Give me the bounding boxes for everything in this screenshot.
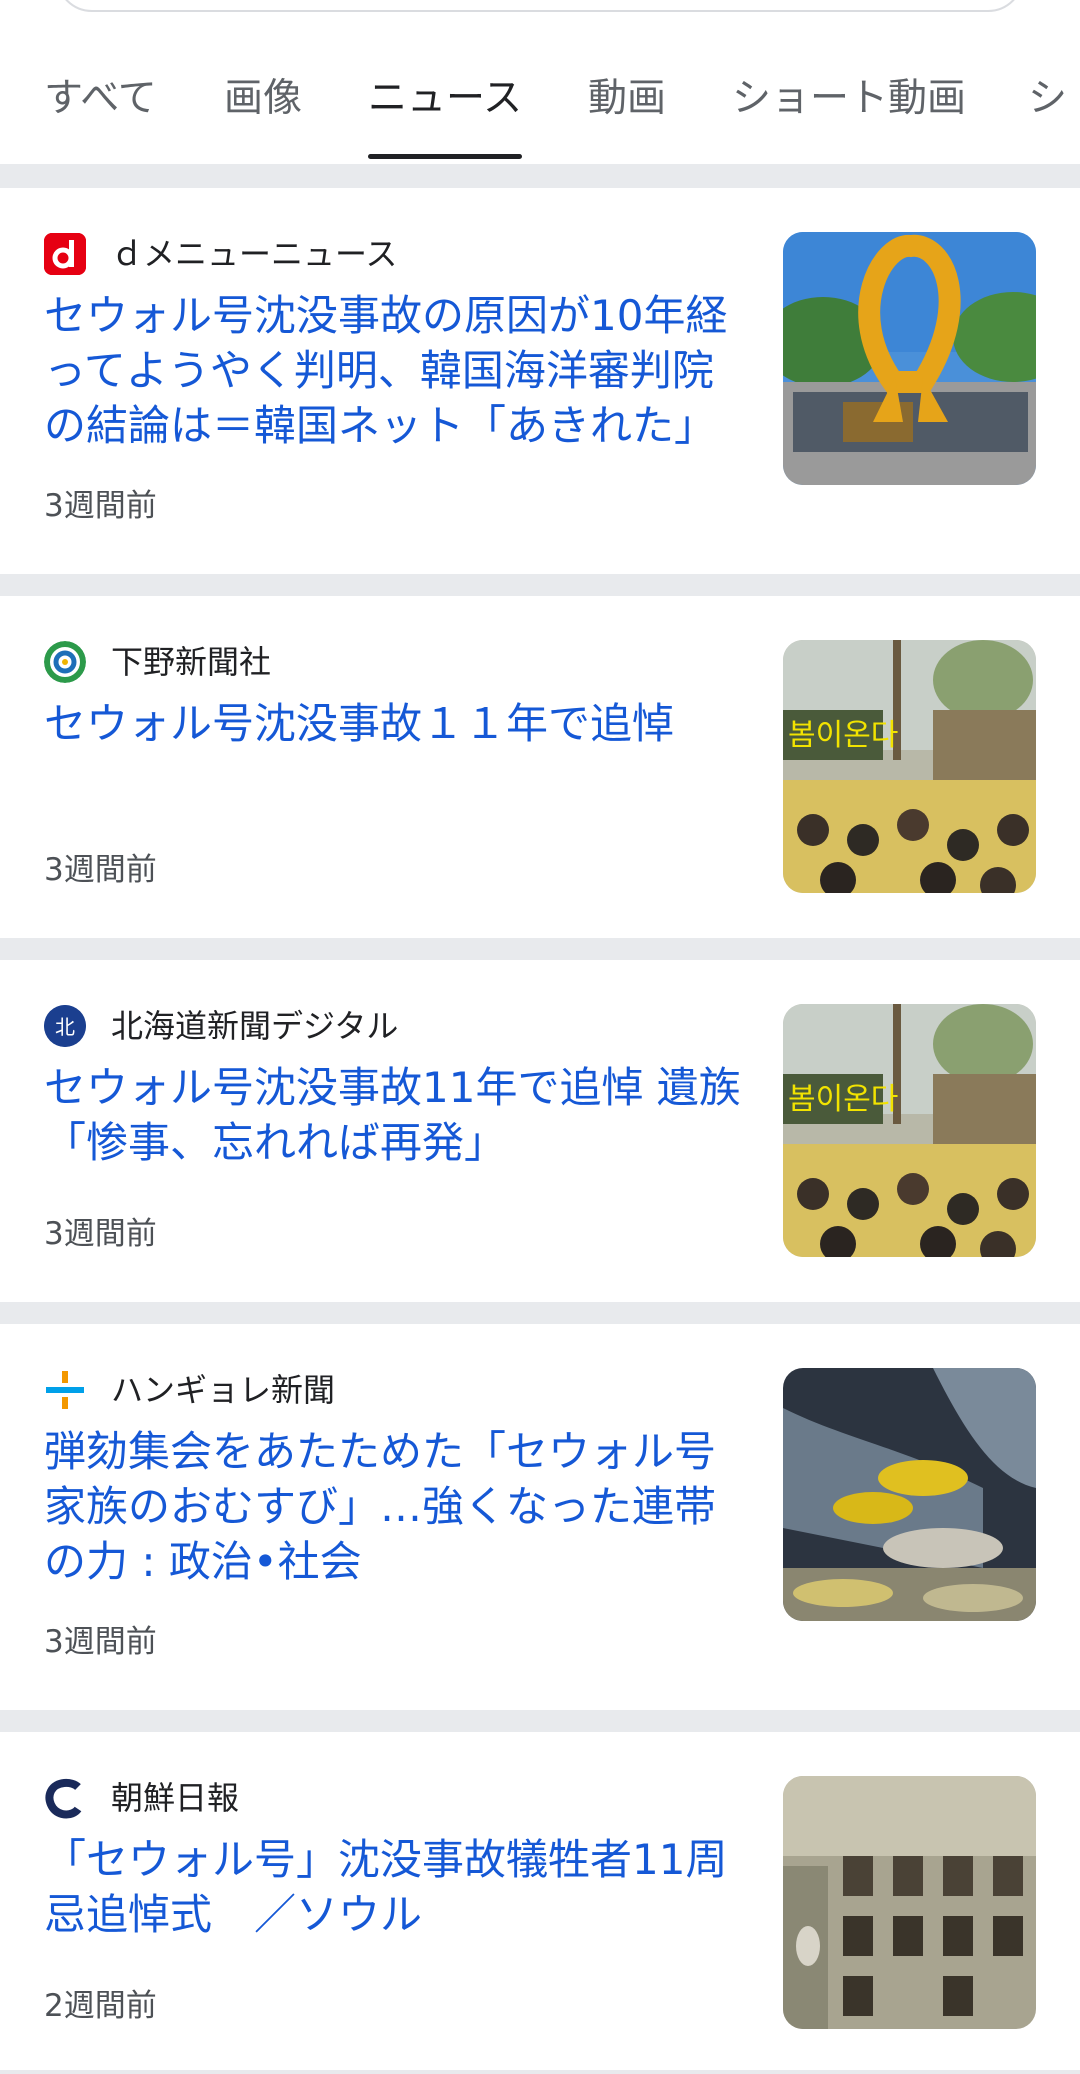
news-source: 北 北海道新聞デジタル bbox=[44, 1004, 398, 1048]
tab-news[interactable]: ニュース bbox=[368, 74, 523, 159]
news-card[interactable]: ｄメニューニュース セウォル号沈没事故の原因が10年経ってようやく判明、韓国海洋… bbox=[0, 188, 1080, 574]
shimotsuke-logo-icon bbox=[44, 641, 86, 683]
headline-text: 「セウォル号」沈没事故犠牲者11周忌追悼式 ／ソウル bbox=[44, 1835, 728, 1939]
card-gap bbox=[0, 1302, 1080, 1324]
news-source: 下野新聞社 bbox=[44, 640, 271, 684]
svg-text:봄이온다: 봄이온다 bbox=[788, 1082, 898, 1117]
source-name: 下野新聞社 bbox=[111, 643, 272, 681]
active-tab-indicator bbox=[368, 154, 523, 159]
svg-text:봄이온다: 봄이온다 bbox=[788, 718, 898, 753]
card-gap bbox=[0, 938, 1080, 960]
news-timestamp: 3週間前 bbox=[44, 852, 157, 888]
news-thumbnail[interactable]: 봄이온다 bbox=[783, 640, 1036, 893]
card-gap bbox=[0, 166, 1080, 188]
news-timestamp: 3週間前 bbox=[44, 1216, 157, 1252]
headline-text: 弾劾集会をあたためた「セウォル号家族のおむすび」…強くなった連帯の力 : 政治•… bbox=[44, 1427, 717, 1586]
news-thumbnail[interactable] bbox=[783, 232, 1036, 485]
search-tabs: すべて 画像 ニュース 動画 ショート動画 シ bbox=[0, 58, 1080, 164]
news-source: 朝鮮日報 bbox=[44, 1776, 239, 1820]
news-card[interactable]: ハンギョレ新聞 弾劾集会をあたためた「セウォル号家族のおむすび」…強くなった連帯… bbox=[0, 1324, 1080, 1710]
card-gap bbox=[0, 574, 1080, 596]
tab-images[interactable]: 画像 bbox=[224, 74, 302, 124]
news-headline-link[interactable]: セウォル号沈没事故の原因が10年経ってようやく判明、韓国海洋審判院の結論は＝韓国… bbox=[44, 288, 744, 453]
news-thumbnail[interactable] bbox=[783, 1368, 1036, 1621]
yellow-ribbon-monument-image bbox=[783, 232, 1036, 485]
news-card[interactable]: 朝鮮日報 「セウォル号」沈没事故犠牲者11周忌追悼式 ／ソウル 2週間前 bbox=[0, 1732, 1080, 2070]
d-menu-logo-icon bbox=[44, 233, 86, 275]
news-headline-link[interactable]: セウォル号沈没事故１１年で追悼 bbox=[44, 696, 744, 751]
tab-more[interactable]: シ bbox=[1028, 74, 1067, 124]
source-name: 北海道新聞デジタル bbox=[111, 1007, 399, 1045]
source-name: ハンギョレ新聞 bbox=[111, 1371, 336, 1409]
tab-all[interactable]: すべて bbox=[44, 74, 157, 124]
chosun-ilbo-logo-icon bbox=[44, 1777, 86, 1819]
news-headline-link[interactable]: 「セウォル号」沈没事故犠牲者11周忌追悼式 ／ソウル bbox=[44, 1832, 744, 1942]
tab-short-videos[interactable]: ショート動画 bbox=[732, 74, 966, 124]
svg-text:北: 北 bbox=[55, 1015, 75, 1039]
news-thumbnail[interactable] bbox=[783, 1776, 1036, 2029]
news-headline-link[interactable]: 弾劾集会をあたためた「セウォル号家族のおむすび」…強くなった連帯の力 : 政治•… bbox=[44, 1424, 744, 1589]
card-gap bbox=[0, 1710, 1080, 1732]
news-card[interactable]: 下野新聞社 セウォル号沈没事故１１年で追悼 3週間前 봄이온다 bbox=[0, 596, 1080, 938]
news-headline-link[interactable]: セウォル号沈没事故11年で追悼 遺族「惨事、忘れれば再発」 bbox=[44, 1060, 744, 1170]
rice-ball-hands-image bbox=[783, 1368, 1036, 1621]
news-timestamp: 2週間前 bbox=[44, 1988, 157, 2024]
source-name: ｄメニューニュース bbox=[111, 235, 398, 273]
tab-news-label: ニュース bbox=[368, 76, 523, 121]
news-thumbnail[interactable]: 봄이온다 bbox=[783, 1004, 1036, 1257]
tab-videos[interactable]: 動画 bbox=[588, 74, 666, 124]
card-gap bbox=[0, 2070, 1080, 2074]
source-name: 朝鮮日報 bbox=[111, 1779, 240, 1817]
hokkaido-shimbun-logo-icon: 北 bbox=[44, 1005, 86, 1047]
news-source: ハンギョレ新聞 bbox=[44, 1368, 335, 1412]
headline-text: セウォル号沈没事故１１年で追悼 bbox=[44, 699, 675, 748]
search-box[interactable] bbox=[56, 0, 1024, 12]
news-timestamp: 3週間前 bbox=[44, 1624, 157, 1660]
memorial-hall-image bbox=[783, 1776, 1036, 2029]
memorial-ceremony-crowd-image: 봄이온다 bbox=[783, 1004, 1036, 1257]
headline-text: セウォル号沈没事故11年で追悼 遺族「惨事、忘れれば再発」 bbox=[44, 1063, 741, 1167]
headline-text: セウォル号沈没事故の原因が10年経ってようやく判明、韓国海洋審判院の結論は＝韓国… bbox=[44, 291, 728, 450]
news-timestamp: 3週間前 bbox=[44, 488, 157, 524]
hankyoreh-logo-icon bbox=[44, 1369, 86, 1411]
memorial-ceremony-crowd-image: 봄이온다 bbox=[783, 640, 1036, 893]
news-card[interactable]: 北 北海道新聞デジタル セウォル号沈没事故11年で追悼 遺族「惨事、忘れれば再発… bbox=[0, 960, 1080, 1302]
news-source: ｄメニューニュース bbox=[44, 232, 397, 276]
